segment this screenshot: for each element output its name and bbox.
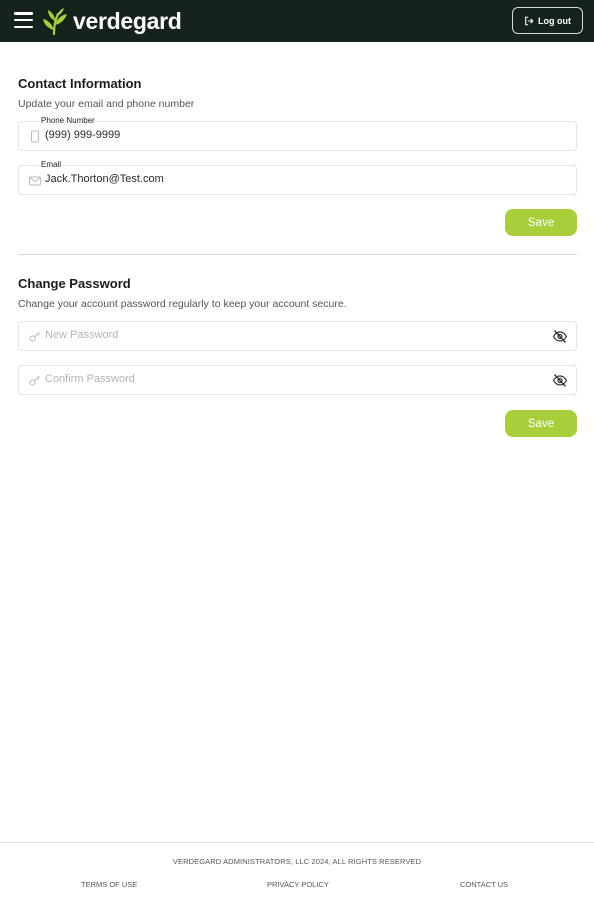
confirm-password-input[interactable] bbox=[45, 373, 525, 385]
contact-section-title: Contact Information bbox=[18, 76, 142, 91]
mail-icon bbox=[29, 176, 41, 186]
top-navigation-bar: verdegard Log out bbox=[0, 0, 594, 42]
brand-name: verdegard bbox=[73, 7, 182, 34]
password-section-subtitle: Change your account password regularly t… bbox=[18, 298, 347, 310]
leaf-logo-icon bbox=[43, 8, 67, 36]
hide-password-icon[interactable] bbox=[552, 373, 568, 388]
hamburger-menu-icon[interactable] bbox=[14, 12, 33, 28]
phone-number-input[interactable] bbox=[45, 129, 525, 141]
contact-us-link[interactable]: CONTACT US bbox=[460, 880, 508, 889]
phone-number-label: Phone Number bbox=[39, 115, 97, 127]
hide-password-icon[interactable] bbox=[552, 329, 568, 344]
contact-section-subtitle: Update your email and phone number bbox=[18, 98, 195, 110]
phone-icon bbox=[31, 130, 39, 143]
save-contact-button[interactable]: Save bbox=[505, 209, 577, 236]
confirm-password-field[interactable] bbox=[18, 365, 577, 395]
key-icon bbox=[29, 375, 40, 386]
new-password-field[interactable] bbox=[18, 321, 577, 351]
privacy-policy-link[interactable]: PRIVACY POLICY bbox=[267, 880, 329, 889]
email-label: Email bbox=[39, 159, 64, 171]
page-footer: VERDEGARD ADMINISTRATORS, LLC 2024, ALL … bbox=[0, 842, 594, 900]
key-icon bbox=[29, 331, 40, 342]
change-password-section: Change Password Change your account pass… bbox=[18, 276, 577, 310]
new-password-input[interactable] bbox=[45, 329, 525, 341]
logout-button[interactable]: Log out bbox=[512, 7, 583, 34]
section-divider bbox=[18, 254, 577, 255]
save-password-button[interactable]: Save bbox=[505, 410, 577, 437]
email-field[interactable]: Email bbox=[18, 159, 577, 195]
email-input[interactable] bbox=[45, 173, 525, 185]
logout-icon bbox=[525, 16, 534, 25]
password-section-title: Change Password bbox=[18, 276, 131, 291]
phone-number-field[interactable]: Phone Number bbox=[18, 115, 577, 151]
brand-logo[interactable]: verdegard bbox=[40, 4, 182, 38]
logout-label: Log out bbox=[538, 15, 571, 26]
contact-information-section: Contact Information Update your email an… bbox=[18, 76, 577, 110]
copyright-text: VERDEGARD ADMINISTRATORS, LLC 2024, ALL … bbox=[172, 857, 422, 866]
terms-of-use-link[interactable]: TERMS OF USE bbox=[81, 880, 137, 889]
